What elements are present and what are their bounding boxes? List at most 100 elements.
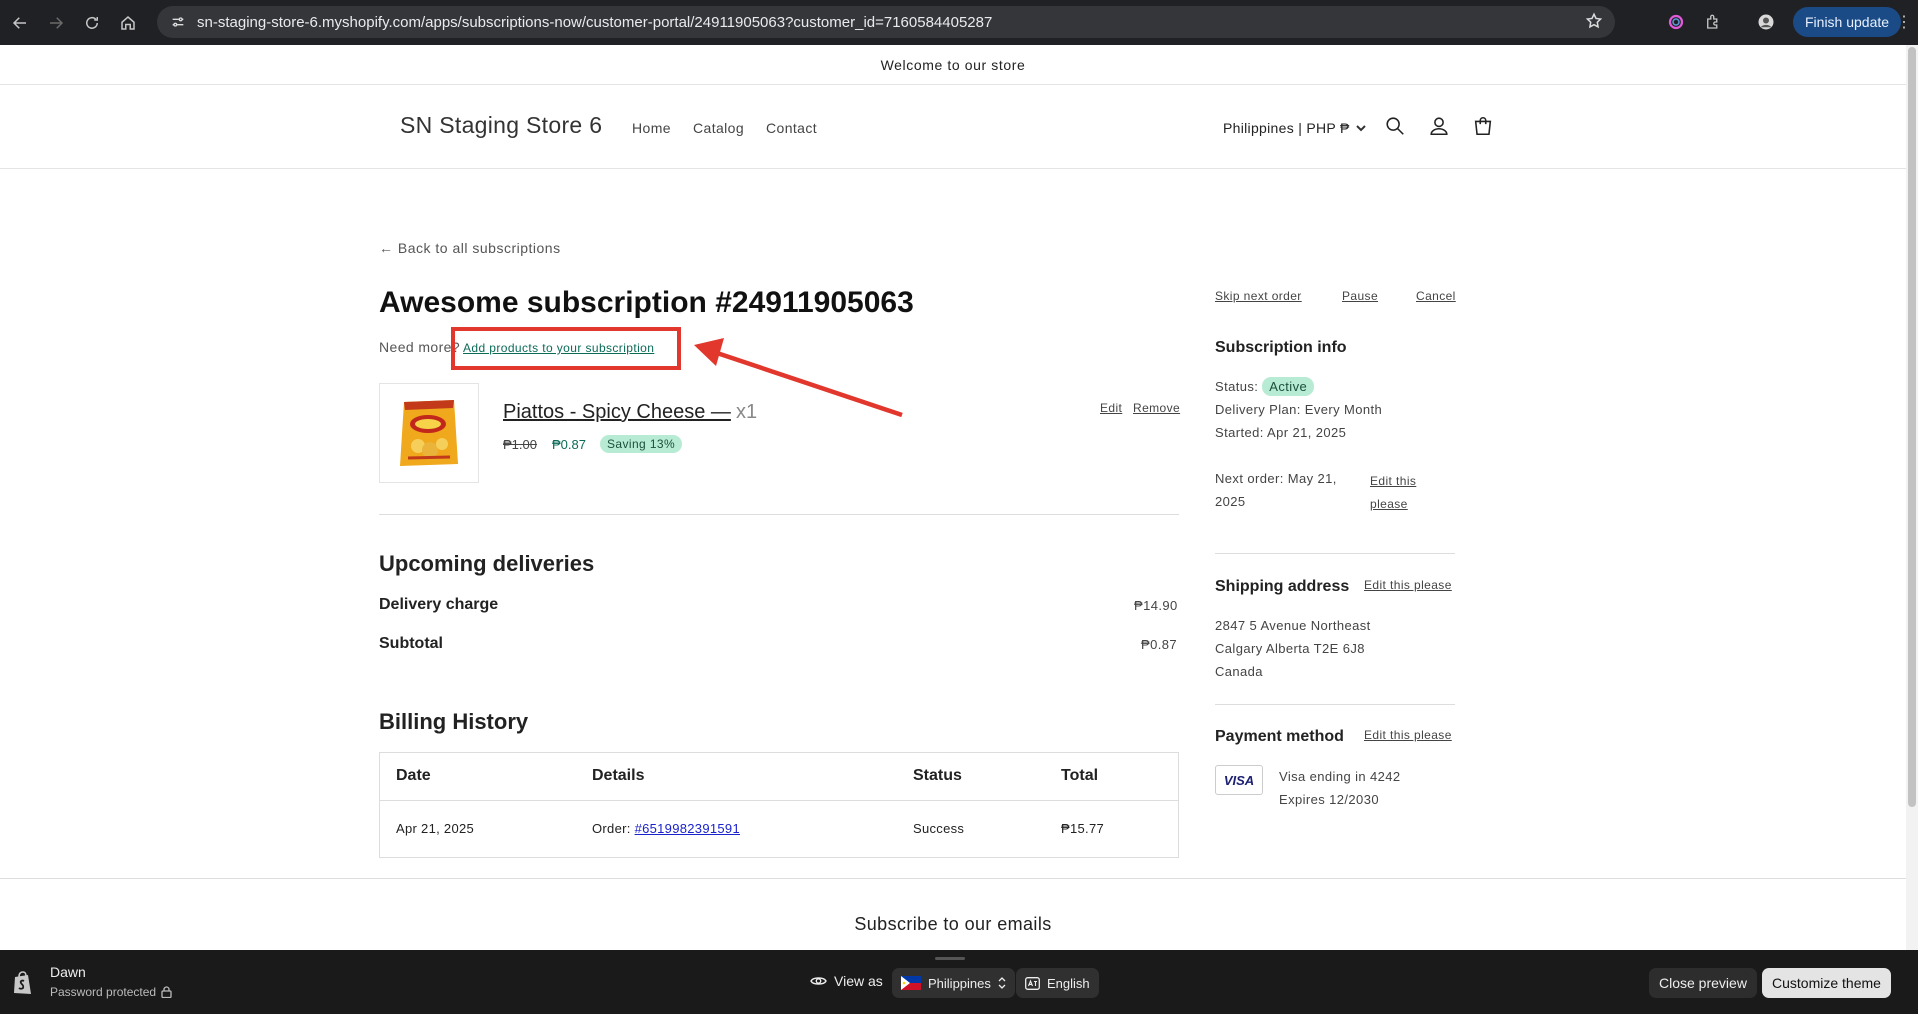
address-line-1: 2847 5 Avenue Northeast bbox=[1215, 618, 1371, 633]
password-status: Password protected bbox=[50, 985, 172, 999]
scrollbar-thumb[interactable] bbox=[1908, 47, 1916, 807]
close-preview-button[interactable]: Close preview bbox=[1649, 968, 1757, 998]
billing-total-cell: ₱15.77 bbox=[1061, 821, 1105, 836]
visa-card-icon: VISA bbox=[1215, 765, 1263, 795]
next-order: Next order: May 21, 2025 bbox=[1215, 467, 1337, 513]
next-order-line2: 2025 bbox=[1215, 494, 1246, 509]
eye-icon bbox=[810, 977, 827, 985]
lock-icon bbox=[161, 986, 172, 998]
site-settings-icon[interactable] bbox=[163, 7, 193, 37]
card-details: Visa ending in 4242 Expires 12/2030 bbox=[1279, 765, 1401, 811]
url-text[interactable]: sn-staging-store-6.myshopify.com/apps/su… bbox=[197, 14, 992, 31]
edit-next-order-line1: Edit this bbox=[1370, 474, 1417, 488]
payment-method-heading: Payment method bbox=[1215, 728, 1344, 745]
edit-payment-link[interactable]: Edit this please bbox=[1364, 728, 1452, 742]
chips-bag-image bbox=[400, 400, 458, 466]
subtotal-value: ₱0.87 bbox=[1141, 637, 1177, 652]
reload-button[interactable] bbox=[75, 6, 109, 40]
nav-contact[interactable]: Contact bbox=[766, 120, 817, 136]
page-title: Awesome subscription #24911905063 bbox=[379, 286, 914, 319]
color-extension-icon[interactable] bbox=[1665, 11, 1687, 33]
billing-status-cell: Success bbox=[913, 821, 965, 836]
cancel-link[interactable]: Cancel bbox=[1416, 289, 1456, 303]
announcement-bar: Welcome to our store bbox=[0, 45, 1906, 85]
address-line-3: Canada bbox=[1215, 664, 1263, 679]
reload-icon bbox=[86, 16, 98, 29]
card-ending: Visa ending in 4242 bbox=[1279, 769, 1401, 784]
status-row: Status: Active bbox=[1215, 375, 1382, 398]
subtotal-label: Subtotal bbox=[379, 635, 443, 652]
remove-product-link[interactable]: Remove bbox=[1133, 401, 1180, 415]
started-date: Started: Apr 21, 2025 bbox=[1215, 425, 1347, 440]
sidebar-divider bbox=[1215, 704, 1455, 705]
back-to-subscriptions-link[interactable]: ← Back to all subscriptions bbox=[379, 240, 561, 256]
country-preview-label: Philippines bbox=[928, 975, 991, 991]
more-menu-icon[interactable]: ⋮ bbox=[1896, 12, 1912, 32]
discounted-price: ₱0.87 bbox=[552, 437, 586, 452]
shipping-address: 2847 5 Avenue Northeast Calgary Alberta … bbox=[1215, 614, 1371, 683]
address-bar[interactable]: sn-staging-store-6.myshopify.com/apps/su… bbox=[157, 6, 1615, 38]
store-logo-text[interactable]: SN Staging Store 6 bbox=[400, 112, 602, 139]
card-expiry: Expires 12/2030 bbox=[1279, 792, 1379, 807]
nav-home[interactable]: Home bbox=[632, 120, 671, 136]
edit-next-order-line2: please bbox=[1370, 497, 1408, 511]
shopify-bag-icon bbox=[14, 971, 31, 994]
nav-catalog[interactable]: Catalog bbox=[693, 120, 744, 136]
finish-update-button[interactable]: Finish update bbox=[1793, 7, 1902, 37]
arrow-right-icon bbox=[50, 16, 64, 29]
details-prefix: Order: bbox=[592, 821, 635, 836]
theme-preview-bar: Dawn Password protected View as Philippi… bbox=[0, 950, 1918, 1014]
delivery-charge-value: ₱14.90 bbox=[1134, 598, 1178, 613]
column-header-date: Date bbox=[396, 767, 431, 784]
row-divider bbox=[380, 800, 1178, 801]
billing-details-cell: Order: #6519982391591 bbox=[592, 821, 740, 836]
billing-history-heading: Billing History bbox=[379, 709, 529, 734]
edit-next-order-link[interactable]: Edit this please bbox=[1370, 470, 1416, 516]
language-preview-selector[interactable]: English bbox=[1016, 968, 1099, 998]
password-status-label: Password protected bbox=[50, 985, 157, 999]
skip-next-order-link[interactable]: Skip next order bbox=[1215, 289, 1302, 303]
view-as-label: View as bbox=[810, 973, 883, 989]
back-button[interactable] bbox=[3, 6, 37, 40]
column-header-status: Status bbox=[913, 767, 962, 784]
billing-history-table: Date Details Status Total Apr 21, 2025 O… bbox=[379, 752, 1179, 858]
status-badge: Active bbox=[1262, 377, 1315, 396]
search-icon[interactable] bbox=[1384, 115, 1408, 139]
profile-avatar[interactable] bbox=[1755, 11, 1777, 33]
upcoming-deliveries-heading: Upcoming deliveries bbox=[379, 551, 595, 576]
product-image[interactable] bbox=[379, 383, 479, 483]
translate-icon bbox=[1025, 976, 1040, 990]
column-header-total: Total bbox=[1061, 767, 1099, 784]
account-icon[interactable] bbox=[1428, 115, 1452, 139]
sidebar-divider bbox=[1215, 553, 1455, 554]
address-line-2: Calgary Alberta T2E 6J8 bbox=[1215, 641, 1365, 656]
extensions-puzzle-icon[interactable] bbox=[1702, 11, 1724, 33]
theme-name: Dawn bbox=[50, 964, 86, 980]
chevron-updown-icon bbox=[998, 977, 1006, 989]
country-selector[interactable]: Philippines | PHP ₱ bbox=[1223, 120, 1366, 136]
bookmark-star-icon[interactable] bbox=[1585, 12, 1603, 35]
pause-link[interactable]: Pause bbox=[1342, 289, 1378, 303]
order-number-link[interactable]: #6519982391591 bbox=[635, 821, 740, 836]
edit-shipping-link[interactable]: Edit this please bbox=[1364, 578, 1452, 592]
country-preview-selector[interactable]: Philippines bbox=[892, 968, 1015, 998]
delivery-charge-label: Delivery charge bbox=[379, 596, 499, 613]
forward-button[interactable] bbox=[39, 6, 73, 40]
next-order-line1: Next order: May 21, bbox=[1215, 471, 1337, 486]
section-divider bbox=[379, 514, 1179, 515]
philippines-flag-icon bbox=[901, 976, 921, 990]
cart-icon[interactable] bbox=[1472, 115, 1496, 139]
arrow-left-icon bbox=[12, 16, 26, 29]
home-icon bbox=[121, 15, 135, 30]
edit-product-link[interactable]: Edit bbox=[1100, 401, 1122, 415]
home-button[interactable] bbox=[111, 6, 145, 40]
delivery-plan: Delivery Plan: Every Month bbox=[1215, 402, 1383, 417]
subscription-info-heading: Subscription info bbox=[1215, 339, 1347, 356]
customize-theme-button[interactable]: Customize theme bbox=[1762, 968, 1891, 998]
view-as-text: View as bbox=[834, 973, 883, 989]
column-header-details: Details bbox=[592, 767, 645, 784]
product-title-link[interactable]: Piattos - Spicy Cheese — bbox=[503, 401, 731, 424]
page-scrollbar[interactable] bbox=[1906, 45, 1918, 970]
subscription-info: Status: Active Delivery Plan: Every Mont… bbox=[1215, 375, 1382, 444]
drag-handle[interactable] bbox=[935, 957, 965, 960]
